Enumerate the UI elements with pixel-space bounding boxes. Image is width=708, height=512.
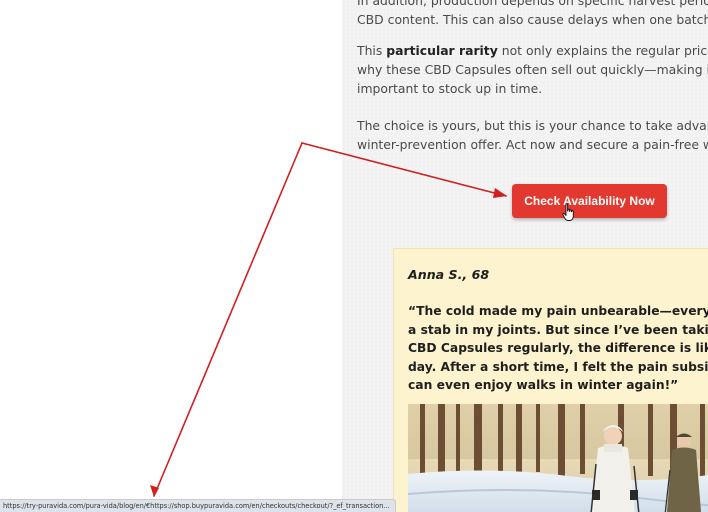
paragraph-line: In addition, production depends on speci… bbox=[357, 0, 708, 8]
quote-line: a stab in my joints. But since I’ve been… bbox=[408, 322, 708, 337]
quote-line: day. After a short time, I felt the pain… bbox=[408, 359, 708, 374]
article-column: In addition, production depends on speci… bbox=[342, 0, 708, 512]
article-paragraph: This particular rarity not only explains… bbox=[357, 41, 708, 98]
article-paragraph: The choice is yours, but this is your ch… bbox=[357, 116, 708, 154]
testimonial-card: Anna S., 68 “The cold made my pain unbea… bbox=[393, 248, 708, 512]
paragraph-text: This bbox=[357, 43, 387, 58]
hand-pointer-icon bbox=[562, 203, 574, 221]
testimonial-quote: “The cold made my pain unbearable—every … bbox=[408, 302, 708, 395]
paragraph-line: why these CBD Capsules often sell out qu… bbox=[357, 62, 708, 77]
quote-line: “The cold made my pain unbearable—every … bbox=[408, 304, 708, 318]
paragraph-line: The choice is yours, but this is your ch… bbox=[357, 118, 708, 133]
paragraph-line: This particular rarity not only explains… bbox=[357, 41, 708, 60]
paragraph-line: important to stock up in time. bbox=[357, 81, 543, 96]
bold-phrase: particular rarity bbox=[386, 43, 498, 58]
article-paragraph: In addition, production depends on speci… bbox=[357, 0, 708, 29]
check-availability-button[interactable]: Check Availability Now bbox=[512, 184, 667, 218]
paragraph-text: not only explains the regular price of bbox=[497, 43, 708, 58]
quote-line: can even enjoy walks in winter again!” bbox=[408, 378, 679, 392]
quote-line: CBD Capsules regularly, the difference i… bbox=[408, 341, 708, 355]
paragraph-line: CBD content. This can also cause delays … bbox=[357, 12, 708, 27]
status-bar-url: https://try-puravida.com/pura-vida/blog/… bbox=[0, 499, 396, 512]
testimonial-author: Anna S., 68 bbox=[408, 267, 490, 282]
paragraph-line: winter-prevention offer. Act now and sec… bbox=[357, 137, 708, 152]
testimonial-photo bbox=[408, 404, 708, 512]
